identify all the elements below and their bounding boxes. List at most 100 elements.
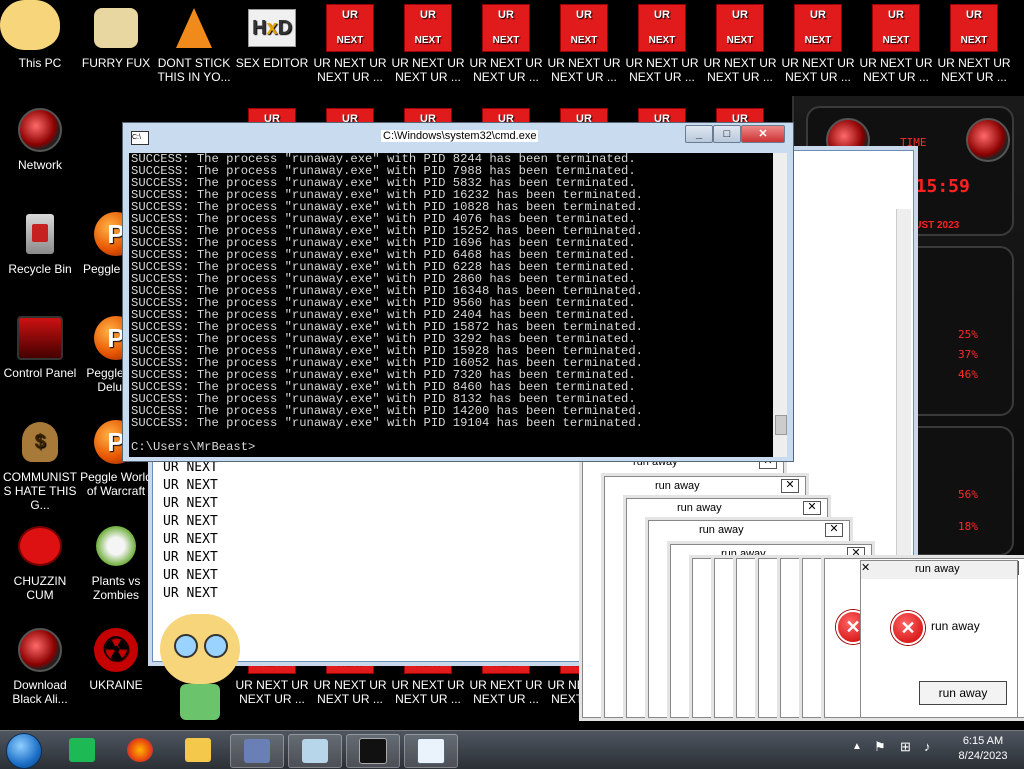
ur-next-tile: UR NEXT (716, 4, 764, 52)
ur-next-label: UR NEXT UR NEXT UR ... (313, 56, 387, 84)
taskbar-paint-app[interactable] (288, 734, 342, 768)
cmd-title: C:\Windows\system32\cmd.exe (381, 130, 539, 142)
ur-next-label: UR NEXT UR NEXT UR ... (391, 678, 465, 706)
popup-close-icon[interactable]: ✕ (803, 501, 821, 515)
cpu-percent-1: 25% (958, 328, 978, 341)
desktop-icon-ukraine[interactable]: UKRAINE (78, 624, 154, 720)
popup-title: run away (655, 480, 700, 492)
ur-next-icon: UR NEXT (638, 4, 686, 52)
desktop-icon-furry-fux[interactable]: FURRY FUX (78, 2, 154, 98)
net-percent-2: 18% (958, 520, 978, 533)
popup-title-bar[interactable]: run away ✕ (627, 499, 827, 519)
notepad-line: UR NEXT (163, 514, 218, 529)
recycle-bin-icon (16, 210, 64, 258)
vlc-cone-icon (170, 4, 218, 52)
ur-tile-bottom-text: NEXT (570, 35, 598, 46)
notepad-line: UR NEXT (163, 550, 218, 565)
cmd-close-button[interactable]: ✕ (741, 125, 785, 143)
ur-next-tile: UR NEXT (950, 4, 998, 52)
tray-expand-icon[interactable]: ▲ (852, 741, 862, 752)
ur-tile-bottom-text: NEXT (804, 35, 832, 46)
ur-tile-bottom-text: NEXT (414, 35, 442, 46)
ur-next-tile: UR NEXT (560, 4, 608, 52)
network-icon[interactable]: ⊞ (900, 739, 911, 755)
notepad-text[interactable]: UR NEXT UR NEXT UR NEXT UR NEXT UR NEXT UR NE… (163, 459, 218, 603)
desktop-icon-ur-next[interactable]: UR NEXT UR NEXT UR NEXT UR ... (312, 2, 388, 98)
popup-title-bar[interactable]: run away ✕ (605, 477, 805, 497)
runaway-dialog: run away ✕ ✕ run away run away (860, 560, 1018, 718)
console-prompt[interactable]: C:\Users\MrBeast> (129, 441, 779, 453)
cmd-minimize-button[interactable]: _ (685, 125, 713, 143)
cpu-percent-2: 37% (958, 348, 978, 361)
desktop-icon-dont-stick[interactable]: DONT STICK THIS IN YO... (156, 2, 232, 98)
ur-tile-bottom-text: NEXT (492, 35, 520, 46)
taskbar-file-explorer[interactable] (172, 734, 224, 766)
ur-next-label: UR NEXT UR NEXT UR ... (391, 56, 465, 84)
taskbar-notes-app[interactable] (56, 734, 108, 766)
desktop-icon-ur-next[interactable]: UR NEXT UR NEXT UR NEXT UR ... (468, 2, 544, 98)
popup-title: run away (677, 502, 722, 514)
cmd-maximize-button[interactable]: □ (713, 125, 741, 143)
ur-tile-bottom-text: NEXT (336, 35, 364, 46)
console-line: SUCCESS: The process "runaway.exe" with … (131, 416, 643, 430)
desktop-icon-network[interactable]: Network (2, 104, 78, 200)
firefox-icon (127, 738, 153, 762)
taskbar-clock[interactable]: 6:15 AM 8/24/2023 (948, 734, 1018, 764)
dialog-title-bar[interactable]: run away ✕ (861, 561, 1017, 579)
cmd-console[interactable]: SUCCESS: The process "runaway.exe" with … (129, 153, 779, 457)
hxd-editor-icon: HxD (248, 4, 296, 52)
ur-tile-bottom-text: NEXT (960, 35, 988, 46)
ur-tile-top-text: UR (576, 9, 592, 21)
desktop-icon-ur-next[interactable]: UR NEXT UR NEXT UR NEXT UR ... (936, 2, 1012, 98)
taskbar-cmd[interactable] (346, 734, 400, 768)
desktop-icon-recycle-bin[interactable]: Recycle Bin (2, 208, 78, 304)
desktop-icon-ur-next[interactable]: UR NEXT UR NEXT UR NEXT UR ... (858, 2, 934, 98)
popup-close-icon[interactable]: ✕ (781, 479, 799, 493)
desktop-icon-ur-next[interactable]: UR NEXT UR NEXT UR NEXT UR ... (546, 2, 622, 98)
clock-date: 8/24/2023 (958, 750, 1008, 762)
cmd-scrollbar[interactable] (773, 153, 787, 457)
desktop-icon-communists[interactable]: $ COMMUNISTS HATE THIS G... (2, 416, 78, 512)
volume-icon[interactable]: ♪ (924, 739, 931, 754)
run-away-button[interactable]: run away (919, 681, 1007, 705)
ur-next-icon: UR NEXT (794, 4, 842, 52)
desktop-icon-plants-vs-zombies[interactable]: Plants vs Zombies (78, 520, 154, 616)
net-percent-1: 56% (958, 488, 978, 501)
desktop-icon-ur-next[interactable]: UR NEXT UR NEXT UR NEXT UR ... (780, 2, 856, 98)
notepad-line: UR NEXT (163, 496, 218, 511)
popup-title-bar[interactable]: run away ✕ (649, 521, 849, 541)
desktop-icon-ur-next[interactable]: UR NEXT UR NEXT UR NEXT UR ... (702, 2, 778, 98)
desktop-icon-sex-editor[interactable]: HxD SEX EDITOR (234, 2, 310, 98)
desktop-icon-ur-next[interactable]: UR NEXT UR NEXT UR NEXT UR ... (390, 2, 466, 98)
alien-network-icon (16, 106, 64, 154)
money-bag-icon: $ (16, 418, 64, 466)
system-tray: ▲ ⚑ ⊞ ♪ (850, 735, 960, 765)
ur-next-label: UR NEXT UR NEXT UR ... (469, 678, 543, 706)
cmd-title-bar[interactable]: C:\ C:\Windows\system32\cmd.exe _ □ ✕ (123, 123, 793, 155)
flag-icon[interactable]: ⚑ (874, 739, 886, 755)
cmd-icon: C:\ (131, 131, 149, 145)
plant-icon (92, 522, 140, 570)
desktop-icon-download-black-alien[interactable]: Download Black Ali... (2, 624, 78, 720)
cpu-percent-3: 46% (958, 368, 978, 381)
desktop-icon-chuzzin-cum[interactable]: CHUZZIN CUM (2, 520, 78, 616)
ur-next-tile: UR NEXT (638, 4, 686, 52)
popup-close-icon[interactable]: ✕ (825, 523, 843, 537)
ur-tile-top-text: UR (888, 9, 904, 21)
cmd-scroll-thumb[interactable] (775, 415, 787, 435)
taskbar: ▲ ⚑ ⊞ ♪ 6:15 AM 8/24/2023 (0, 730, 1024, 769)
cmd-taskbar-icon (359, 738, 387, 764)
star-cartoon-character (150, 604, 250, 724)
ur-next-label: UR NEXT UR NEXT UR ... (859, 56, 933, 84)
taskbar-firefox[interactable] (114, 734, 166, 766)
furry-fux-icon (92, 4, 140, 52)
notepad-line: UR NEXT (163, 586, 218, 601)
folder-icon (185, 738, 211, 762)
desktop-icon-ur-next[interactable]: UR NEXT UR NEXT UR NEXT UR ... (624, 2, 700, 98)
taskbar-notepad[interactable] (404, 734, 458, 768)
taskbar-app-window[interactable] (230, 734, 284, 768)
radiation-icon (92, 626, 140, 674)
desktop-icon-control-panel[interactable]: Control Panel (2, 312, 78, 408)
start-button[interactable] (6, 733, 42, 769)
dialog-close-icon[interactable]: ✕ (861, 561, 883, 574)
